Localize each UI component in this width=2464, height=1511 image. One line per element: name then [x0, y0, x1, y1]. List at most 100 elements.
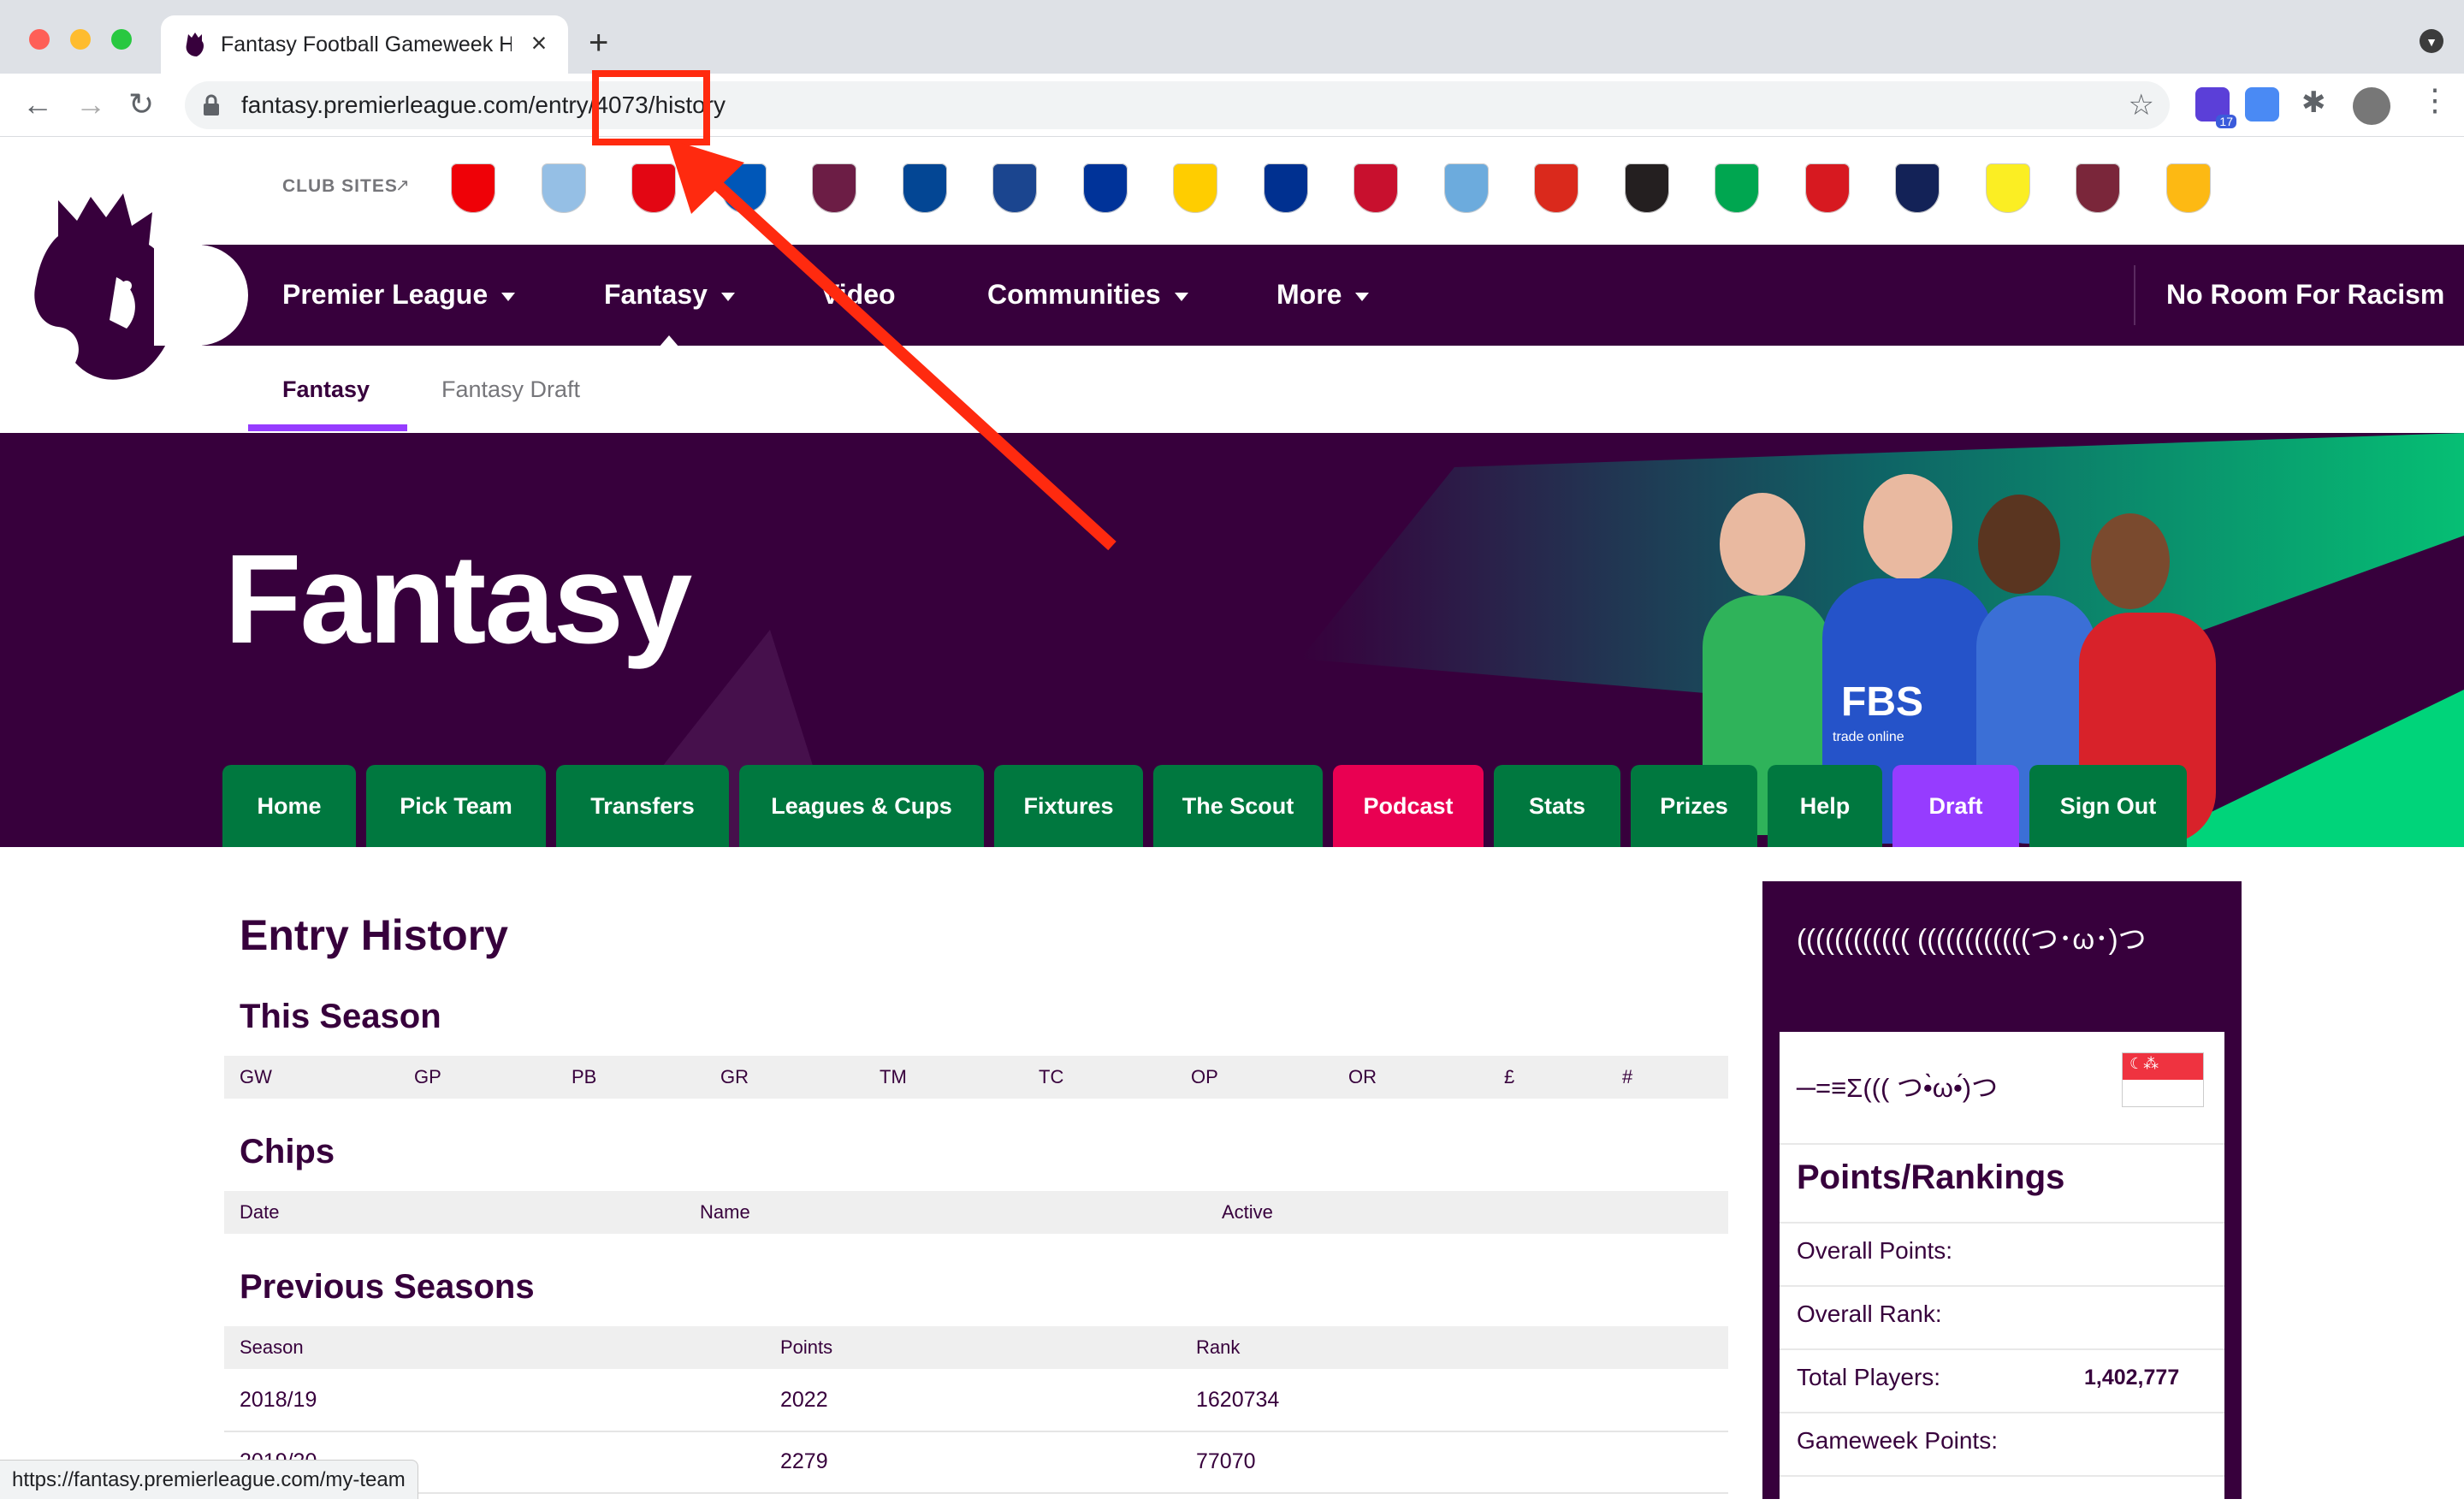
nav-more[interactable]: More [1276, 279, 1370, 311]
reload-icon[interactable]: ↻ [128, 87, 154, 121]
menu-kebab-icon[interactable]: ⋮ [2420, 82, 2450, 118]
tab-transfers[interactable]: Transfers [556, 765, 729, 847]
nav-divider [2134, 265, 2135, 325]
total-players-value: 1,402,777 [2084, 1366, 2180, 1390]
club-sites-label: CLUB SITES [282, 176, 398, 196]
club-crest-leeds-icon[interactable] [1170, 161, 1220, 216]
th-name: Name [700, 1201, 750, 1223]
tab-pick-team[interactable]: Pick Team [366, 765, 546, 847]
nav-label: Premier League [282, 279, 489, 310]
this-season-table-header: GW GP PB GR TM TC OP OR £ # [224, 1056, 1728, 1099]
previous-seasons-heading: Previous Seasons [240, 1268, 535, 1306]
chips-table-header: Date Name Active [224, 1191, 1728, 1234]
puzzle-icon[interactable]: ✱ [2301, 86, 2326, 120]
nav-label: More [1276, 279, 1342, 310]
th-gp: GP [414, 1066, 441, 1087]
manager-card: ─=≡Σ((( つ•̀ω•́)つ ☾⁂ Points/Rankings Over… [1780, 1032, 2224, 1511]
th-hash: # [1622, 1066, 1633, 1087]
card-divider [1780, 1412, 2224, 1413]
close-window-button[interactable] [29, 29, 50, 50]
translate-icon[interactable] [2245, 87, 2279, 121]
club-crest-watford-icon[interactable] [1982, 161, 2033, 216]
extension-icon[interactable]: 17 [2195, 87, 2236, 128]
th-tm: TM [880, 1066, 907, 1087]
profile-avatar[interactable] [2353, 87, 2390, 125]
link-status-bar: https://fantasy.premierleague.com/my-tea… [0, 1460, 418, 1499]
club-crest-man-utd-icon[interactable] [1531, 161, 1581, 216]
maximize-window-button[interactable] [111, 29, 132, 50]
tab-leagues-cups[interactable]: Leagues & Cups [739, 765, 984, 847]
chevron-down-icon [1355, 292, 1370, 301]
previous-seasons-table-header: Season Points Rank [224, 1326, 1728, 1369]
premier-league-favicon-icon [186, 33, 204, 56]
tab-home[interactable]: Home [222, 765, 356, 847]
points-cell: 2279 [780, 1449, 828, 1473]
external-link-icon: ↗ [395, 176, 410, 195]
annotation-arrow-icon [667, 139, 1116, 551]
hero-title: Fantasy [224, 529, 692, 670]
address-bar[interactable]: fantasy.premierleague.com/entry/4073/his… [185, 81, 2170, 129]
club-crest-liverpool-icon[interactable] [1351, 161, 1401, 216]
this-season-heading: This Season [240, 998, 441, 1035]
fantasy-hero-banner: Fantasy FBS trade online Home Pick Team Tr… [0, 433, 2464, 847]
row-divider [224, 1431, 1728, 1432]
tab-search-icon[interactable]: ▼ [2420, 29, 2443, 53]
browser-tab-strip: Fantasy Football Gameweek Hi × + ▼ [0, 0, 2464, 74]
club-crest-west-ham-icon[interactable] [2073, 161, 2123, 216]
points-cell: 2022 [780, 1388, 828, 1412]
tab-sign-out[interactable]: Sign Out [2029, 765, 2187, 847]
tab-prizes[interactable]: Prizes [1631, 765, 1757, 847]
club-crest-aston-villa-icon[interactable] [538, 161, 589, 216]
tab-podcast[interactable]: Podcast [1333, 765, 1484, 847]
browser-toolbar: ← → ↻ fantasy.premierleague.com/entry/40… [0, 74, 2464, 137]
club-crest-wolves-icon[interactable] [2163, 161, 2213, 216]
chevron-down-icon [1174, 292, 1188, 301]
lock-icon [204, 94, 219, 116]
row-divider [224, 1492, 1728, 1494]
club-crest-southampton-icon[interactable] [1802, 161, 1852, 216]
bookmark-star-icon[interactable]: ☆ [2129, 88, 2154, 122]
rank-cell: 77070 [1196, 1449, 1256, 1473]
nav-no-room-for-racism[interactable]: No Room For Racism [2166, 279, 2444, 311]
club-crest-leicester-icon[interactable] [1260, 161, 1311, 216]
th-or: OR [1348, 1066, 1377, 1087]
club-crest-newcastle-icon[interactable] [1621, 161, 1672, 216]
card-divider [1780, 1143, 2224, 1145]
points-rankings-heading: Points/Rankings [1797, 1158, 2065, 1196]
browser-tab[interactable]: Fantasy Football Gameweek Hi × [161, 15, 568, 74]
th-pb: PB [572, 1066, 597, 1087]
tab-fixtures[interactable]: Fixtures [994, 765, 1143, 847]
tab-close-icon[interactable]: × [524, 27, 554, 58]
club-crest-arsenal-icon[interactable] [448, 161, 498, 216]
club-crest-spurs-icon[interactable] [1892, 161, 1942, 216]
tab-help[interactable]: Help [1768, 765, 1882, 847]
chips-heading: Chips [240, 1133, 335, 1170]
tab-stats[interactable]: Stats [1494, 765, 1620, 847]
tab-the-scout[interactable]: The Scout [1153, 765, 1323, 847]
page-title: Entry History [240, 911, 508, 959]
back-arrow-icon[interactable]: ← [22, 87, 53, 121]
subnav-fantasy-draft[interactable]: Fantasy Draft [441, 376, 580, 403]
rank-cell: 1620734 [1196, 1388, 1280, 1412]
manager-name: ─=≡Σ((( つ•̀ω•́)つ [1797, 1073, 1999, 1103]
subnav-active-underline [248, 424, 407, 431]
jersey-sponsor-sub: trade online [1833, 730, 1904, 744]
th-value: £ [1504, 1066, 1515, 1087]
th-date: Date [240, 1201, 280, 1223]
tab-draft[interactable]: Draft [1892, 765, 2019, 847]
club-crest-norwich-icon[interactable] [1712, 161, 1762, 216]
forward-arrow-icon[interactable]: → [75, 87, 106, 121]
card-divider [1780, 1285, 2224, 1287]
th-active: Active [1222, 1201, 1273, 1223]
new-tab-button[interactable]: + [589, 26, 608, 60]
th-points: Points [780, 1336, 833, 1358]
overall-points-label: Overall Points: [1797, 1237, 1953, 1264]
th-tc: TC [1039, 1066, 1064, 1087]
nav-premier-league[interactable]: Premier League [282, 279, 516, 311]
th-op: OP [1191, 1066, 1218, 1087]
tab-title: Fantasy Football Gameweek Hi [221, 33, 512, 56]
subnav-fantasy[interactable]: Fantasy [282, 376, 370, 403]
th-gr: GR [720, 1066, 749, 1087]
club-crest-man-city-icon[interactable] [1441, 161, 1491, 216]
minimize-window-button[interactable] [70, 29, 91, 50]
